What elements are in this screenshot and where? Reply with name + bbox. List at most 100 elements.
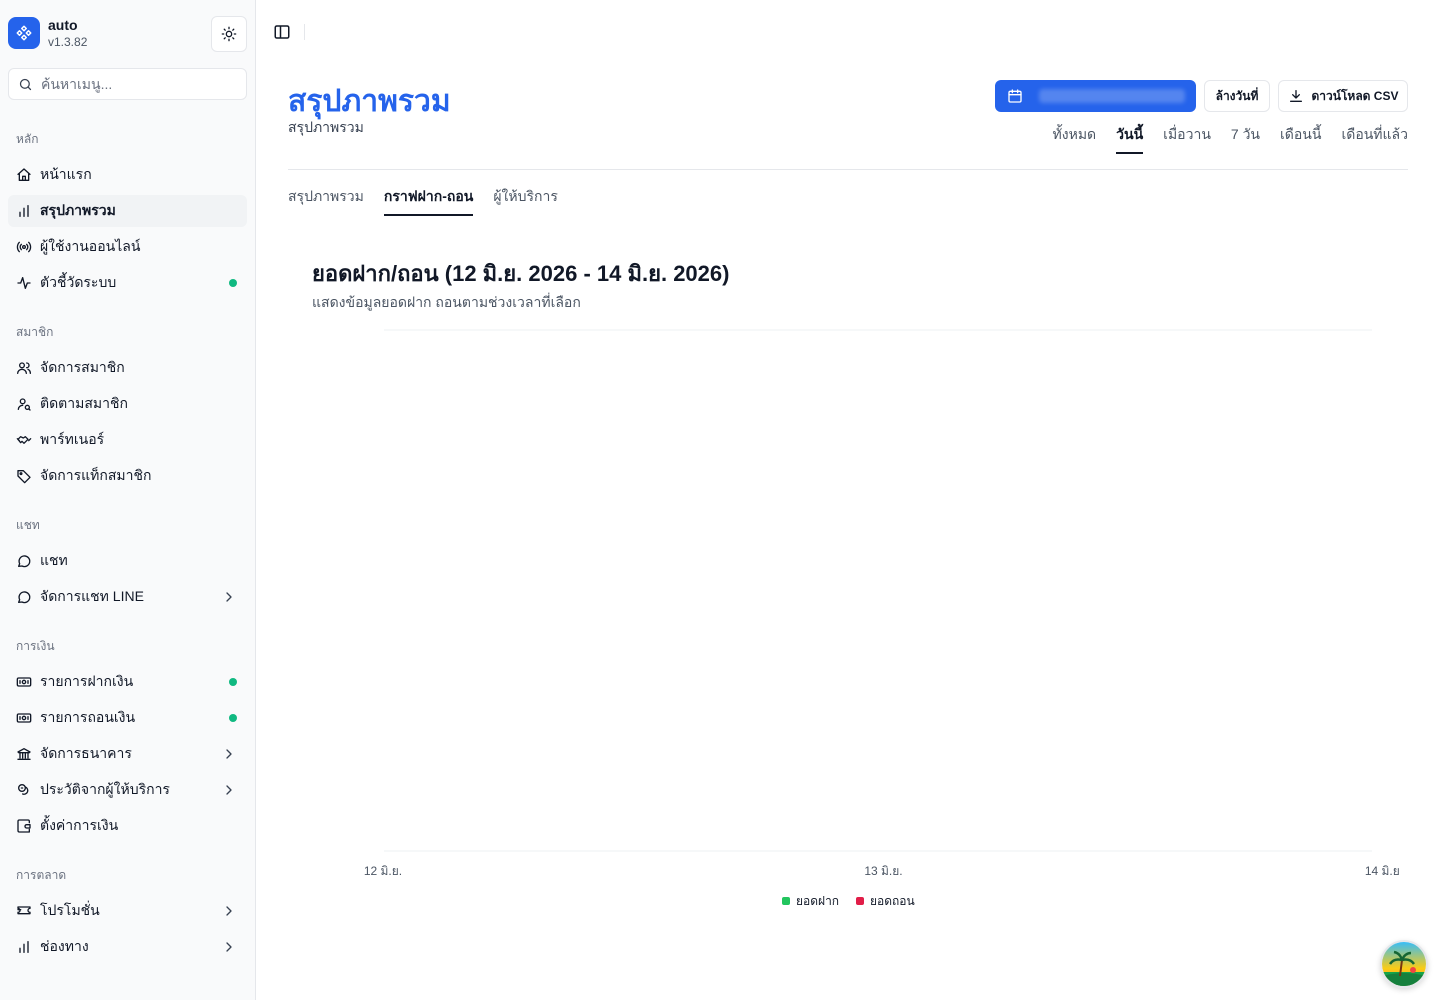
sidebar-item[interactable]: จัดการแชท LINE xyxy=(8,581,247,613)
sidebar-item[interactable]: โปรโมชั่น xyxy=(8,895,247,927)
section-tab[interactable]: กราฟฝาก-ถอน xyxy=(383,186,474,216)
sidebar-item-label: ช่องทาง xyxy=(40,938,89,954)
theme-toggle-button[interactable] xyxy=(211,16,247,52)
chevron-right-icon xyxy=(221,903,237,924)
page-subtitle: สรุปภาพรวม xyxy=(288,119,364,135)
status-dot xyxy=(229,714,237,722)
sidebar-group-label: การเงิน xyxy=(16,639,55,653)
sidebar-item-label: จัดการแท็กสมาชิก xyxy=(40,467,152,483)
sidebar-item[interactable]: พาร์ทเนอร์ xyxy=(8,424,247,456)
chat-icon xyxy=(16,589,32,605)
chart-title: ยอดฝาก/ถอน (12 มิ.ย. 2026 - 14 มิ.ย. 202… xyxy=(312,261,730,286)
brand: auto v1.3.82 xyxy=(8,16,248,52)
sidebar-item-label: รายการฝากเงิน xyxy=(40,673,134,689)
range-tab[interactable]: 7 วัน xyxy=(1231,124,1260,154)
range-tab[interactable]: เดือนที่แล้ว xyxy=(1341,124,1408,154)
header-separator xyxy=(304,24,305,40)
floating-avatar-button[interactable] xyxy=(1380,940,1428,988)
sidebar-item[interactable]: แชท xyxy=(8,545,247,577)
sidebar-item-label: จัดการธนาคาร xyxy=(40,745,132,761)
app-logo-icon[interactable] xyxy=(8,17,40,49)
bank-icon xyxy=(16,746,32,762)
status-dot xyxy=(229,279,237,287)
sidebar-item-label: แชท xyxy=(40,552,68,568)
status-dot xyxy=(229,678,237,686)
app-root: auto v1.3.82 หลักหน้าแรกสรุปภาพรวมผู้ใช้… xyxy=(0,0,1440,1000)
sidebar-item[interactable]: ประวัติจากผู้ให้บริการ xyxy=(8,774,247,806)
beach-icon xyxy=(1382,942,1426,986)
deposit-icon xyxy=(16,674,32,690)
sun-icon xyxy=(221,26,237,42)
sidebar-item[interactable]: ติดตามสมาชิก xyxy=(8,388,247,420)
sidebar-group-label: หลัก xyxy=(16,132,39,146)
search-icon xyxy=(19,78,32,91)
sidebar-toggle-button[interactable] xyxy=(270,20,294,44)
chevron-right-icon xyxy=(221,939,237,960)
sidebar-item[interactable]: ช่องทาง xyxy=(8,931,247,963)
legend-swatch xyxy=(856,897,864,905)
download-icon xyxy=(1289,90,1302,102)
chart-description: แสดงข้อมูลยอดฝาก ถอนตามช่วงเวลาที่เลือก xyxy=(312,294,581,310)
app-name: auto xyxy=(48,17,78,33)
sidebar-item-label: ตั้งค่าการเงิน xyxy=(40,817,119,833)
range-tab[interactable]: เดือนนี้ xyxy=(1280,124,1321,154)
wallet-icon xyxy=(16,818,32,834)
users-icon xyxy=(16,360,32,376)
date-range-value-redacted xyxy=(1039,89,1185,103)
sidebar-item-label: จัดการแชท LINE xyxy=(40,588,144,604)
sidebar-item-label: ผู้ใช้งานออนไลน์ xyxy=(40,238,141,254)
sidebar-item-label: พาร์ทเนอร์ xyxy=(40,431,105,447)
legend-label: ยอดฝาก xyxy=(796,894,839,908)
chevron-right-icon xyxy=(221,746,237,767)
search-input[interactable] xyxy=(41,69,241,99)
header-divider xyxy=(288,169,1408,170)
handshake-icon xyxy=(16,432,32,448)
sidebar-item-label: จัดการสมาชิก xyxy=(40,359,125,375)
date-range-picker-button[interactable] xyxy=(995,80,1196,112)
activity-icon xyxy=(16,275,32,291)
broadcast-icon xyxy=(16,239,32,255)
sidebar-item[interactable]: จัดการแท็กสมาชิก xyxy=(8,460,247,492)
section-tab[interactable]: สรุปภาพรวม xyxy=(288,186,364,216)
range-tab[interactable]: ทั้งหมด xyxy=(1053,124,1097,154)
sidebar-item[interactable]: จัดการธนาคาร xyxy=(8,738,247,770)
sidebar-item[interactable]: ตั้งค่าการเงิน xyxy=(8,810,247,842)
section-tab[interactable]: ผู้ให้บริการ xyxy=(493,186,558,216)
sidebar-item-label: รายการถอนเงิน xyxy=(40,709,136,725)
download-csv-button[interactable]: ดาวน์โหลด CSV xyxy=(1278,80,1408,112)
x-tick-label: 12 มิ.ย. xyxy=(364,864,402,878)
sidebar-item[interactable]: รายการถอนเงิน xyxy=(8,702,247,734)
sidebar-item[interactable]: จัดการสมาชิก xyxy=(8,352,247,384)
x-tick-label: 13 มิ.ย. xyxy=(864,864,902,878)
coins-icon xyxy=(16,782,32,798)
range-tab[interactable]: เมื่อวาน xyxy=(1163,124,1211,154)
sidebar-item[interactable]: รายการฝากเงิน xyxy=(8,666,247,698)
home-icon xyxy=(16,167,32,183)
date-range-tabs: ทั้งหมด วันนี้ เมื่อวาน 7 วัน เดือนนี้ เดือนท… xyxy=(1053,124,1408,156)
deposit-withdraw-chart: 12 มิ.ย. 13 มิ.ย. 14 มิ.ย. ยอดฝาก ยอดถอน xyxy=(364,329,1400,908)
chevron-right-icon xyxy=(221,782,237,803)
user-search-icon xyxy=(16,396,32,412)
sidebar-item[interactable]: ตัวชี้วัดระบบ xyxy=(8,267,247,299)
ticket-icon xyxy=(16,903,32,919)
panel-left-icon xyxy=(274,25,290,39)
sidebar-item-label: โปรโมชั่น xyxy=(40,902,100,918)
clear-date-button[interactable]: ล้างวันที่ xyxy=(1204,80,1270,112)
legend-label: ยอดถอน xyxy=(870,894,915,908)
range-tab[interactable]: วันนี้ xyxy=(1116,124,1144,154)
sidebar-item-label: ประวัติจากผู้ให้บริการ xyxy=(40,781,170,797)
sidebar-item-label: หน้าแรก xyxy=(40,166,92,182)
sidebar-item[interactable]: สรุปภาพรวม xyxy=(8,195,247,227)
sidebar-group-label: การตลาด xyxy=(16,868,67,882)
chevron-right-icon xyxy=(221,589,237,610)
bar-chart-icon xyxy=(16,203,32,219)
sidebar-item[interactable]: ผู้ใช้งานออนไลน์ xyxy=(8,231,247,263)
sidebar-group-label: แชท xyxy=(16,518,40,532)
sidebar-item-label: สรุปภาพรวม xyxy=(40,202,116,218)
sidebar-group-label: สมาชิก xyxy=(16,325,54,339)
menu-search xyxy=(8,68,247,100)
sidebar-item[interactable]: หน้าแรก xyxy=(8,159,247,191)
app-version: v1.3.82 xyxy=(48,35,88,49)
calendar-icon xyxy=(1008,89,1022,103)
download-csv-label: ดาวน์โหลด CSV xyxy=(1311,88,1399,103)
